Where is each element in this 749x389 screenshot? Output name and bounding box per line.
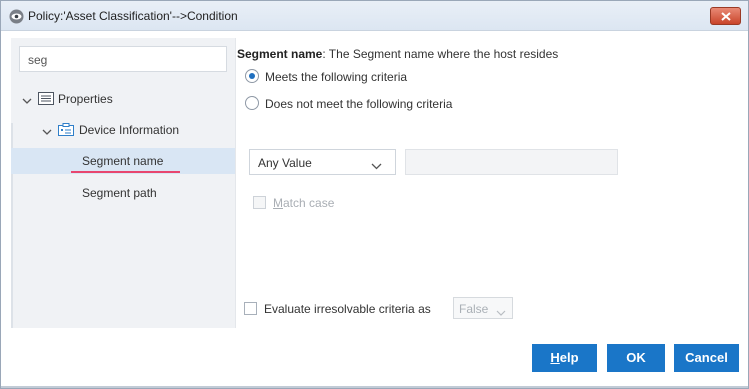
- chevron-down-icon: [496, 305, 506, 319]
- radio-selected-icon[interactable]: [245, 69, 259, 83]
- close-button[interactable]: [710, 7, 741, 25]
- evaluate-label: Evaluate irresolvable criteria as: [264, 302, 431, 316]
- eye-logo-icon: [9, 9, 24, 24]
- help-button[interactable]: Help: [532, 344, 597, 372]
- tree-item-segment-path[interactable]: Segment path: [11, 180, 235, 206]
- property-description: Segment name: The Segment name where the…: [237, 47, 558, 61]
- evaluate-value: False: [459, 302, 489, 316]
- title-bar[interactable]: Policy:'Asset Classification'-->Conditio…: [1, 1, 748, 31]
- device-info-icon: [58, 123, 74, 139]
- chevron-down-icon: [371, 159, 382, 173]
- criteria-value-input[interactable]: [405, 149, 618, 175]
- tree-item-label: Segment name: [82, 154, 164, 168]
- help-button-rest: elp: [559, 350, 579, 365]
- tree-item-label: Properties: [58, 92, 113, 106]
- mnemonic: M: [273, 196, 283, 210]
- operator-select-value: Any Value: [258, 156, 312, 170]
- chevron-down-icon[interactable]: [42, 125, 52, 139]
- search-input[interactable]: seg: [19, 46, 227, 72]
- radio-label: Meets the following criteria: [265, 70, 408, 84]
- bottom-border: [1, 386, 748, 388]
- checkbox-box[interactable]: [244, 302, 257, 315]
- ok-button[interactable]: OK: [607, 344, 665, 372]
- match-case-label: Match case: [273, 196, 334, 210]
- checkbox-box[interactable]: [253, 196, 266, 209]
- radio-unselected-icon[interactable]: [245, 96, 259, 110]
- radio-label: Does not meet the following criteria: [265, 97, 453, 111]
- tree-item-properties[interactable]: Properties: [11, 86, 235, 112]
- window-title: Policy:'Asset Classification'-->Conditio…: [28, 9, 238, 23]
- cancel-button[interactable]: Cancel: [674, 344, 739, 372]
- panel-divider: [235, 38, 236, 328]
- operator-select[interactable]: Any Value: [249, 149, 396, 175]
- tree-item-device-information[interactable]: Device Information: [11, 117, 235, 143]
- dialog-footer: Help OK Cancel: [1, 328, 748, 388]
- mnemonic: H: [550, 350, 560, 365]
- evaluate-value-select[interactable]: False: [453, 297, 513, 319]
- condition-editor: Segment name: The Segment name where the…: [237, 38, 747, 328]
- chevron-down-icon[interactable]: [22, 94, 32, 108]
- property-name: Segment name: [237, 47, 323, 61]
- condition-dialog: Policy:'Asset Classification'-->Conditio…: [0, 0, 749, 389]
- tree-item-label: Device Information: [79, 123, 180, 137]
- highlight-underline: [71, 171, 180, 173]
- tree-item-label: Segment path: [82, 186, 157, 200]
- close-icon: [721, 12, 731, 21]
- property-description-text: : The Segment name where the host reside…: [322, 47, 559, 61]
- match-case-label-rest: atch case: [283, 196, 335, 210]
- list-icon: [38, 92, 54, 108]
